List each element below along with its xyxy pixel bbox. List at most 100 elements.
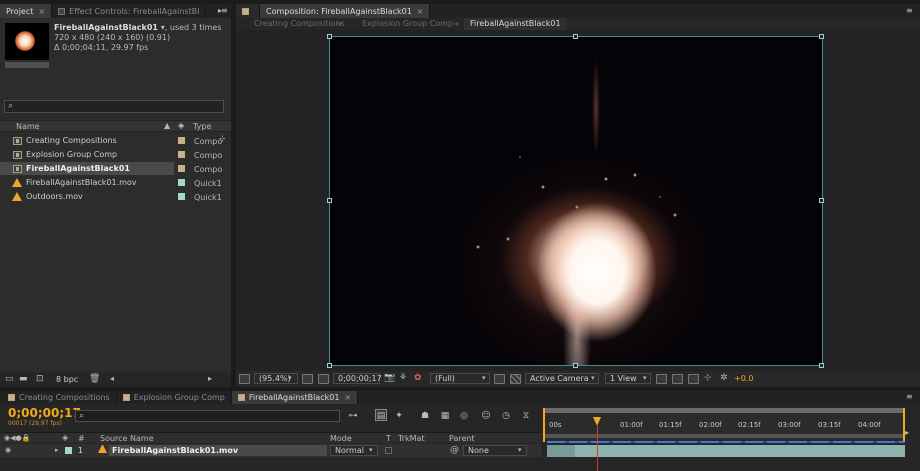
always-preview-icon[interactable] (239, 374, 250, 384)
breadcrumb-item[interactable]: Creating Compositions (254, 19, 345, 28)
resize-handle[interactable] (573, 363, 578, 368)
bpc-button[interactable]: 8 bpc (56, 375, 78, 384)
fast-previews-icon[interactable] (672, 374, 683, 384)
cache-indicator (547, 441, 905, 443)
resize-handle[interactable] (819, 198, 824, 203)
column-t[interactable]: T (386, 434, 391, 443)
panel-menu-icon[interactable]: ≡ (906, 392, 913, 401)
live-update-icon[interactable]: ▤ (375, 409, 387, 421)
resize-handle[interactable] (819, 363, 824, 368)
pick-whip-icon[interactable]: @ (450, 445, 459, 455)
snapshot-icon[interactable]: 📷 (384, 373, 395, 383)
tab-timeline[interactable]: Creating Compositions (0, 391, 117, 404)
project-thumbnail (5, 23, 49, 60)
resize-handle[interactable] (327, 34, 332, 39)
breadcrumb-item[interactable]: Explosion Group Comp (362, 19, 453, 28)
panel-menu-icon[interactable]: ≡ (906, 6, 913, 15)
video-switch-icon[interactable]: ◉ (5, 446, 11, 454)
label-color[interactable] (178, 151, 185, 158)
comp-lock-icon[interactable] (236, 4, 260, 18)
label-color[interactable] (178, 137, 185, 144)
sort-up-icon[interactable]: ▲ (164, 121, 170, 130)
label-color[interactable] (178, 165, 185, 172)
zoom-icon[interactable]: ▸ (905, 428, 909, 437)
expand-layer-icon[interactable]: ▸ (55, 446, 59, 454)
scroll-right-icon[interactable]: ▸ (208, 374, 212, 383)
resize-handle[interactable] (819, 34, 824, 39)
draft-3d-icon[interactable]: ✦ (393, 410, 405, 422)
auto-keyframe-icon[interactable]: ◷ (500, 410, 512, 422)
label-color[interactable] (65, 447, 72, 454)
trash-icon[interactable]: 🗑 (89, 374, 100, 384)
region-of-interest-icon[interactable] (494, 374, 505, 384)
composition-icon (13, 150, 22, 159)
project-search-input[interactable]: ⌕ (4, 100, 224, 113)
column-name[interactable]: Name (16, 122, 40, 131)
mask-visibility-icon[interactable] (318, 374, 329, 384)
flowchart-icon[interactable]: ⊹ (704, 373, 712, 383)
show-snapshot-icon[interactable]: ⚘ (399, 373, 407, 383)
tab-timeline[interactable]: Explosion Group Comp (117, 391, 232, 404)
resize-handle[interactable] (327, 198, 332, 203)
resize-handle[interactable] (573, 34, 578, 39)
breadcrumb-item-current[interactable]: FireballAgainstBlack01 (464, 18, 567, 30)
tab-project[interactable]: Project × (0, 4, 53, 18)
comp-mini-flowchart-icon[interactable]: ⊶ (347, 410, 359, 422)
transparency-grid-icon[interactable] (510, 374, 521, 384)
tab-timeline-active[interactable]: FireballAgainstBlack01 × (231, 391, 359, 404)
exposure-value[interactable]: +0.0 (734, 374, 753, 383)
hide-shy-layers-icon[interactable]: ☗ (419, 410, 431, 422)
current-time-display[interactable]: 0;00;00;17 (8, 406, 81, 420)
motion-blur-icon[interactable]: ◎ (458, 410, 470, 422)
item-duration: Δ 0;00;04;11, 29.97 fps (54, 43, 149, 52)
time-navigator[interactable] (545, 408, 903, 413)
column-index: # (78, 434, 85, 443)
interpret-footage-icon[interactable]: ▭ (5, 374, 14, 384)
panel-menu-icon[interactable]: ▸≡ (218, 6, 228, 15)
close-icon[interactable]: × (344, 393, 351, 402)
label-color[interactable] (178, 179, 185, 186)
layer-source-name[interactable]: FireballAgainstBlack01.mov (109, 445, 327, 456)
tab-effect-controls[interactable]: Effect Controls: FireballAgainstBl (52, 4, 207, 18)
graph-editor-icon[interactable]: ⧖ (520, 410, 532, 422)
brainstorm-icon[interactable]: ☺ (480, 410, 492, 422)
frame-blending-icon[interactable]: ▦ (439, 410, 451, 422)
layer-duration-bar[interactable] (547, 445, 905, 457)
chevron-down-icon: ▾ (482, 374, 486, 382)
toggle-pixel-aspect-icon[interactable] (656, 374, 667, 384)
timeline-icon[interactable] (688, 374, 699, 384)
column-type[interactable]: Type (193, 122, 211, 131)
close-icon[interactable]: × (417, 7, 424, 16)
scroll-left-icon[interactable]: ◂ (110, 374, 114, 383)
project-item-selected[interactable]: FireballAgainstBlack01 (0, 162, 174, 175)
layer-index: 1 (78, 446, 84, 455)
camera-dropdown[interactable]: Active Camera (525, 373, 599, 384)
preserve-transparency-checkbox[interactable] (385, 447, 392, 454)
title-safe-icon[interactable] (302, 374, 313, 384)
column-source-name[interactable]: Source Name (100, 434, 154, 443)
tab-composition[interactable]: Composition: FireballAgainstBlack01 × (260, 4, 431, 18)
column-mode[interactable]: Mode (330, 434, 352, 443)
thumbnail-scrollbar (5, 62, 49, 68)
close-icon[interactable]: × (38, 7, 45, 16)
resize-handle[interactable] (327, 363, 332, 368)
new-composition-icon[interactable]: ⊡ (36, 374, 44, 384)
composition-icon (13, 164, 22, 173)
exposure-icon[interactable]: ✲ (720, 373, 728, 383)
comp-tabbar: Composition: FireballAgainstBlack01 × (236, 4, 920, 18)
column-trkmat[interactable]: TrkMat (398, 434, 425, 443)
label-color[interactable] (178, 193, 185, 200)
resolution-dropdown[interactable]: (Full) (430, 373, 490, 384)
layer-row[interactable]: ◉ ▸ 1 FireballAgainstBlack01.mov Normal … (0, 444, 542, 457)
project-tabbar: Project × Effect Controls: FireballAgains… (0, 4, 231, 18)
work-area-bar[interactable] (545, 434, 903, 438)
timeline-search-input[interactable]: ⌕ (75, 410, 340, 422)
channel-icon[interactable]: ✿ (414, 373, 422, 383)
playhead-line (597, 426, 599, 471)
label-tag-icon[interactable]: ◈ (178, 121, 184, 130)
column-parent[interactable]: Parent (449, 434, 475, 443)
composition-viewer[interactable] (329, 36, 823, 366)
current-time-field[interactable]: 0;00;00;17 (333, 373, 382, 384)
new-folder-icon[interactable]: ▬ (19, 374, 28, 384)
playhead[interactable] (593, 417, 602, 426)
